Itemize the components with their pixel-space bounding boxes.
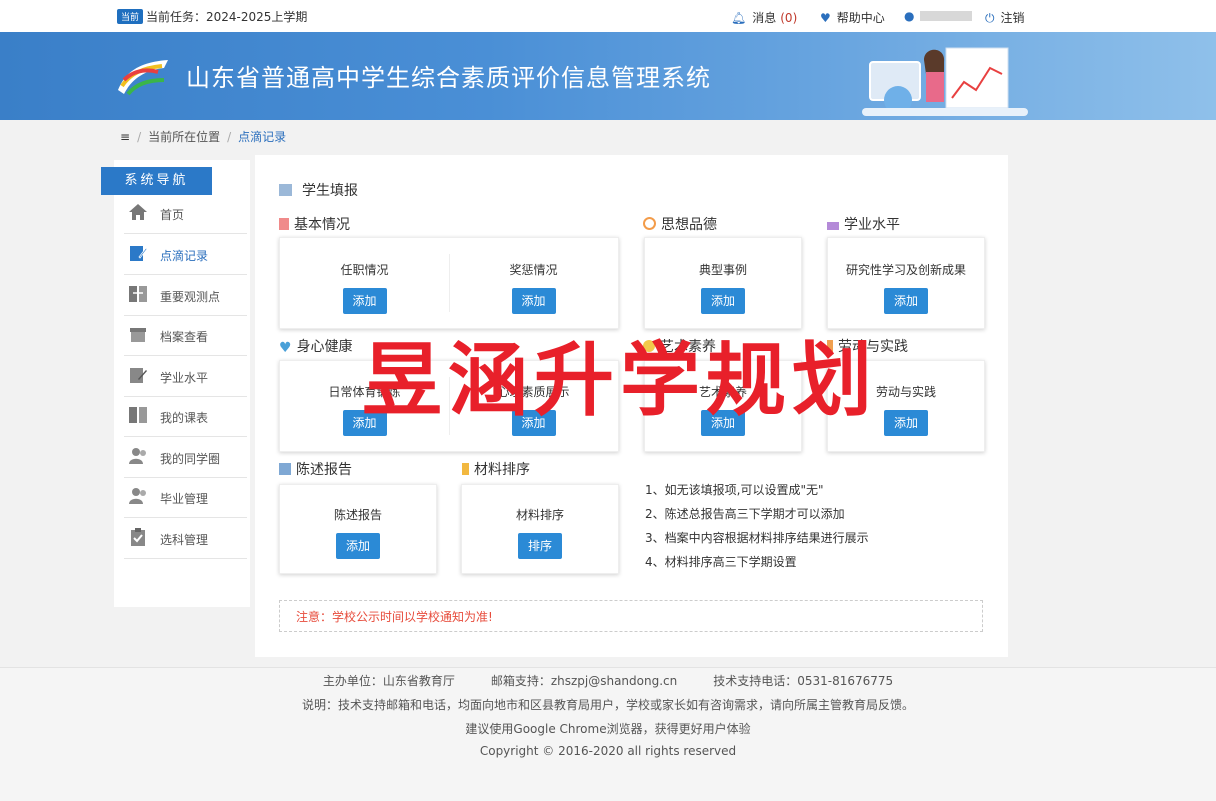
section-moral-title: 思想品德 (643, 214, 717, 234)
logout-link[interactable]: ⏻ 注销 (985, 9, 1025, 26)
card-report: 陈述报告 添加 (279, 484, 437, 574)
notice-box: 注意：学校公示时间以学校通知为准! (279, 600, 983, 632)
form-icon (279, 184, 292, 196)
document-icon (279, 218, 289, 230)
power-icon: ⏻ (985, 11, 995, 25)
note-item: 1、如无该填报项,可以设置成"无" (645, 483, 824, 497)
note-item: 4、材料排序高三下学期设置 (645, 555, 797, 569)
item-sort: 材料排序 排序 (462, 506, 618, 559)
breadcrumb-current[interactable]: 点滴记录 (238, 130, 286, 144)
graduation-cap-icon (827, 222, 839, 230)
report-icon (279, 463, 291, 475)
add-button[interactable]: 添加 (342, 288, 387, 314)
footer: 主办单位：山东省教育厅 邮箱支持：zhszpj@shandong.cn 技术支持… (0, 667, 1216, 801)
item-position: 任职情况 添加 (280, 261, 449, 314)
sidebar: 系统导航 首页 点滴记录 重要观测点 档案查看 学业水平 我的课表 我的同学圈 … (101, 160, 250, 607)
top-bar: 当前 当前任务：2024-2025上学期 🔔︎ 消息 (0) ♥ 帮助中心 ● ⏻ 注销 (0, 0, 1216, 32)
sort-icon (462, 463, 469, 475)
breadcrumb-location: 当前所在位置 (148, 130, 221, 144)
teacher-illustration (862, 47, 1028, 116)
target-icon (643, 217, 656, 230)
section-health-title: ♥ 身心健康 (279, 339, 353, 356)
user-menu[interactable]: ● (904, 9, 973, 23)
system-title: 山东省普通高中学生综合素质评价信息管理系统 (186, 64, 711, 92)
sidebar-header: 系统导航 (101, 167, 212, 195)
item-research: 研究性学习及创新成果 添加 (828, 261, 984, 314)
edit-icon (130, 246, 148, 261)
card-sort: 材料排序 排序 (461, 484, 619, 574)
system-logo (118, 60, 168, 96)
sidebar-item-classmates[interactable]: 我的同学圈 (124, 437, 247, 478)
sidebar-item-archive[interactable]: 档案查看 (124, 315, 247, 356)
write-icon (130, 368, 147, 383)
add-button[interactable]: 添加 (336, 533, 380, 559)
item-typical-case: 典型事例 添加 (645, 261, 801, 314)
message-count: (0) (780, 11, 798, 25)
heartbeat-icon: ♥ (279, 340, 292, 356)
exchange-icon (129, 286, 147, 302)
archive-box-icon (130, 328, 146, 342)
notes-list: 1、如无该填报项,可以设置成"无" 2、陈述总报告高三下学期才可以添加 3、档案… (645, 478, 869, 574)
sidebar-item-observations[interactable]: 重要观测点 (124, 275, 247, 316)
user-icon: ● (904, 9, 915, 23)
note-item: 2、陈述总报告高三下学期才可以添加 (645, 507, 845, 521)
current-tag: 当前 (117, 9, 144, 24)
current-term: 当前任务：2024-2025上学期 (146, 10, 308, 24)
clipboard-check-icon (131, 528, 145, 546)
username-redacted (920, 11, 973, 21)
item-report: 陈述报告 添加 (280, 506, 436, 559)
users-icon (129, 488, 146, 504)
breadcrumb: ≡ / 当前所在位置 / 点滴记录 (120, 130, 287, 144)
people-icon (129, 448, 146, 464)
menu-icon[interactable]: ≡ (120, 130, 130, 144)
add-button[interactable]: 添加 (884, 288, 928, 314)
footer-copyright: Copyright © 2016-2020 all rights reserve… (479, 744, 737, 758)
help-center-link[interactable]: ♥ 帮助中心 (820, 9, 885, 26)
footer-note: 说明：技术支持邮箱和电话，均面向地市和区县教育局用户，学校或家长如有咨询需求，请… (301, 698, 914, 712)
sidebar-item-schedule[interactable]: 我的课表 (124, 396, 247, 437)
sidebar-item-academic[interactable]: 学业水平 (124, 356, 247, 397)
bell-icon: 🔔︎ (731, 11, 747, 25)
footer-contact: 主办单位：山东省教育厅 邮箱支持：zhszpj@shandong.cn 技术支持… (322, 674, 894, 688)
add-button[interactable]: 添加 (884, 410, 928, 436)
section-report-title: 陈述报告 (279, 459, 352, 479)
sidebar-item-subject-selection[interactable]: 选科管理 (124, 518, 247, 559)
heart-icon: ♥ (820, 11, 831, 25)
header-banner: 山东省普通高中学生综合素质评价信息管理系统 (0, 32, 1216, 120)
sidebar-item-records[interactable]: 点滴记录 (124, 234, 247, 275)
item-rewards: 奖惩情况 添加 (449, 261, 618, 314)
section-sort-title: 材料排序 (462, 459, 530, 479)
messages-link[interactable]: 🔔︎ 消息 (0) (731, 9, 797, 26)
section-academic-title: 学业水平 (827, 214, 900, 234)
watermark-text: 昱涵升学规划 (362, 334, 878, 427)
home-icon (129, 204, 147, 220)
sort-button[interactable]: 排序 (518, 533, 562, 559)
add-button[interactable]: 添加 (511, 288, 556, 314)
footer-browser-tip: 建议使用Google Chrome浏览器，获得更好用户体验 (465, 722, 751, 736)
schedule-icon (129, 407, 147, 423)
main-title: 学生填报 (279, 180, 358, 200)
sidebar-item-graduation[interactable]: 毕业管理 (124, 477, 247, 518)
note-item: 3、档案中内容根据材料排序结果进行展示 (645, 531, 869, 545)
add-button[interactable]: 添加 (701, 288, 745, 314)
sidebar-item-home[interactable]: 首页 (124, 193, 247, 234)
section-basic-title: 基本情况 (279, 214, 350, 234)
